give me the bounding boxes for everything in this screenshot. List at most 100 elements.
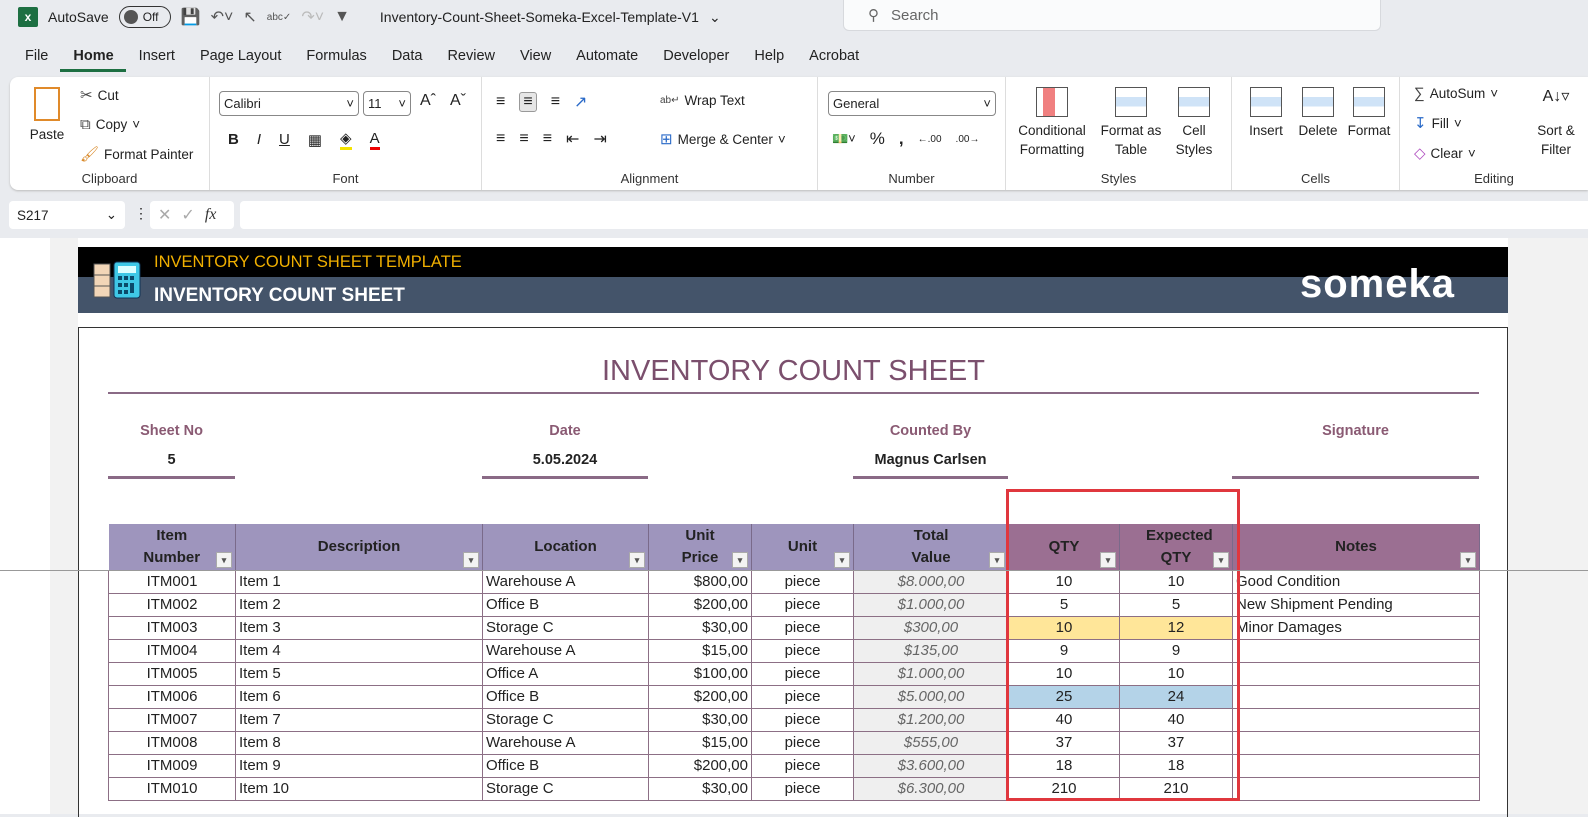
cell-unit[interactable]: piece (752, 731, 854, 754)
underline-icon[interactable]: U (279, 131, 290, 148)
cell-location[interactable]: Office B (483, 593, 649, 616)
increase-decimal-icon[interactable]: ←.00 (918, 134, 942, 145)
cell-description[interactable]: Item 9 (236, 754, 483, 777)
cell-unit-price[interactable]: $30,00 (649, 708, 752, 731)
copy-button[interactable]: ⧉Copy ˅ (80, 116, 140, 133)
function-icon[interactable]: fx (205, 206, 217, 224)
filter-dropdown-icon[interactable]: ▾ (463, 552, 479, 568)
align-left-icon[interactable]: ≡ (496, 130, 505, 148)
cell-notes[interactable] (1233, 639, 1480, 662)
cell-unit-price[interactable]: $30,00 (649, 616, 752, 639)
format-cells-button[interactable]: Format (1344, 87, 1394, 140)
cell-location[interactable]: Office B (483, 685, 649, 708)
cell-description[interactable]: Item 6 (236, 685, 483, 708)
cell-unit-price[interactable]: $800,00 (649, 570, 752, 593)
align-bottom-icon[interactable]: ≡ (551, 93, 560, 111)
tab-review[interactable]: Review (434, 48, 507, 72)
comma-icon[interactable]: , (899, 129, 904, 149)
cell-unit[interactable]: piece (752, 570, 854, 593)
font-name-dropdown[interactable]: Calibri˅ (219, 91, 359, 116)
cell-item-number[interactable]: ITM005 (109, 662, 236, 685)
undo-icon[interactable]: ↶˅ (211, 7, 234, 27)
cell-item-number[interactable]: ITM002 (109, 593, 236, 616)
autosave-toggle[interactable]: Off (119, 6, 171, 28)
cell-unit[interactable]: piece (752, 754, 854, 777)
cell-notes[interactable] (1233, 685, 1480, 708)
cell-description[interactable]: Item 2 (236, 593, 483, 616)
enter-icon[interactable]: ✓ (181, 205, 194, 225)
tab-file[interactable]: File (12, 48, 60, 72)
tab-developer[interactable]: Developer (650, 48, 741, 72)
paste-button[interactable]: Paste (24, 87, 70, 144)
cell-description[interactable]: Item 3 (236, 616, 483, 639)
cell-total-value[interactable]: $1.200,00 (854, 708, 1009, 731)
cell-unit-price[interactable]: $15,00 (649, 639, 752, 662)
cell-notes[interactable] (1233, 731, 1480, 754)
cell-item-number[interactable]: ITM006 (109, 685, 236, 708)
cell-location[interactable]: Warehouse A (483, 731, 649, 754)
cell-unit[interactable]: piece (752, 708, 854, 731)
cell-unit-price[interactable]: $30,00 (649, 777, 752, 800)
signature-value[interactable] (1232, 445, 1479, 479)
cell-notes[interactable] (1233, 662, 1480, 685)
more-options-icon[interactable]: ⋮ (134, 205, 148, 222)
cell-notes[interactable]: Good Condition (1233, 570, 1480, 593)
tab-acrobat[interactable]: Acrobat (796, 48, 871, 72)
cell-total-value[interactable]: $5.000,00 (854, 685, 1009, 708)
cell-location[interactable]: Warehouse A (483, 639, 649, 662)
cell-notes[interactable] (1233, 708, 1480, 731)
fill-button[interactable]: ↧Fill ˅ (1414, 114, 1462, 132)
decrease-font-icon[interactable]: Aˇ (450, 92, 466, 110)
orientation-icon[interactable]: ↗ (574, 92, 587, 112)
autosum-button[interactable]: ∑AutoSum ˅ (1414, 85, 1498, 102)
cell-notes[interactable]: New Shipment Pending (1233, 593, 1480, 616)
cell-location[interactable]: Warehouse A (483, 570, 649, 593)
cell-item-number[interactable]: ITM001 (109, 570, 236, 593)
cell-location[interactable]: Office A (483, 662, 649, 685)
name-box[interactable]: S217⌄ (9, 201, 125, 229)
cell-unit-price[interactable]: $15,00 (649, 731, 752, 754)
cell-notes[interactable] (1233, 754, 1480, 777)
cell-unit[interactable]: piece (752, 639, 854, 662)
cell-notes[interactable] (1233, 777, 1480, 800)
cell-notes[interactable]: Minor Damages (1233, 616, 1480, 639)
borders-icon[interactable]: ▦ (308, 131, 322, 149)
tab-page-layout[interactable]: Page Layout (187, 48, 293, 72)
tab-insert[interactable]: Insert (126, 48, 187, 72)
file-name[interactable]: Inventory-Count-Sheet-Someka-Excel-Templ… (380, 9, 699, 25)
filter-dropdown-icon[interactable]: ▾ (732, 552, 748, 568)
cell-location[interactable]: Storage C (483, 616, 649, 639)
cell-unit-price[interactable]: $100,00 (649, 662, 752, 685)
cell-total-value[interactable]: $135,00 (854, 639, 1009, 662)
wrap-text-button[interactable]: ab↵Wrap Text (660, 93, 745, 108)
percent-icon[interactable]: % (870, 129, 885, 149)
cell-total-value[interactable]: $300,00 (854, 616, 1009, 639)
cell-location[interactable]: Storage C (483, 708, 649, 731)
cell-description[interactable]: Item 1 (236, 570, 483, 593)
decrease-indent-icon[interactable]: ⇤ (566, 129, 579, 149)
sort-filter-button[interactable]: A↓▿Sort & Filter (1528, 87, 1584, 159)
align-right-icon[interactable]: ≡ (543, 130, 552, 148)
clear-button[interactable]: ◇Clear ˅ (1414, 144, 1476, 162)
cell-description[interactable]: Item 5 (236, 662, 483, 685)
cell-unit[interactable]: piece (752, 685, 854, 708)
cell-item-number[interactable]: ITM008 (109, 731, 236, 754)
date-value[interactable]: 5.05.2024 (482, 445, 648, 479)
decrease-decimal-icon[interactable]: .00→ (956, 134, 980, 145)
format-painter-button[interactable]: 🖌Format Painter (80, 145, 193, 163)
italic-icon[interactable]: I (257, 131, 261, 148)
conditional-formatting-button[interactable]: Conditional Formatting (1012, 87, 1092, 159)
cancel-icon[interactable]: ✕ (158, 205, 171, 225)
tab-automate[interactable]: Automate (563, 48, 650, 72)
merge-center-button[interactable]: ⊞Merge & Center ˅ (660, 130, 786, 148)
delete-cells-button[interactable]: Delete (1294, 87, 1342, 140)
cell-location[interactable]: Storage C (483, 777, 649, 800)
sheet-no-value[interactable]: 5 (108, 445, 235, 479)
cell-item-number[interactable]: ITM009 (109, 754, 236, 777)
accounting-icon[interactable]: 💵˅ (832, 131, 856, 147)
cut-button[interactable]: ✂Cut (80, 86, 119, 104)
insert-cells-button[interactable]: Insert (1242, 87, 1290, 140)
number-format-dropdown[interactable]: General˅ (828, 91, 996, 116)
align-middle-icon[interactable]: ≡ (519, 92, 536, 112)
bold-icon[interactable]: B (228, 131, 239, 148)
